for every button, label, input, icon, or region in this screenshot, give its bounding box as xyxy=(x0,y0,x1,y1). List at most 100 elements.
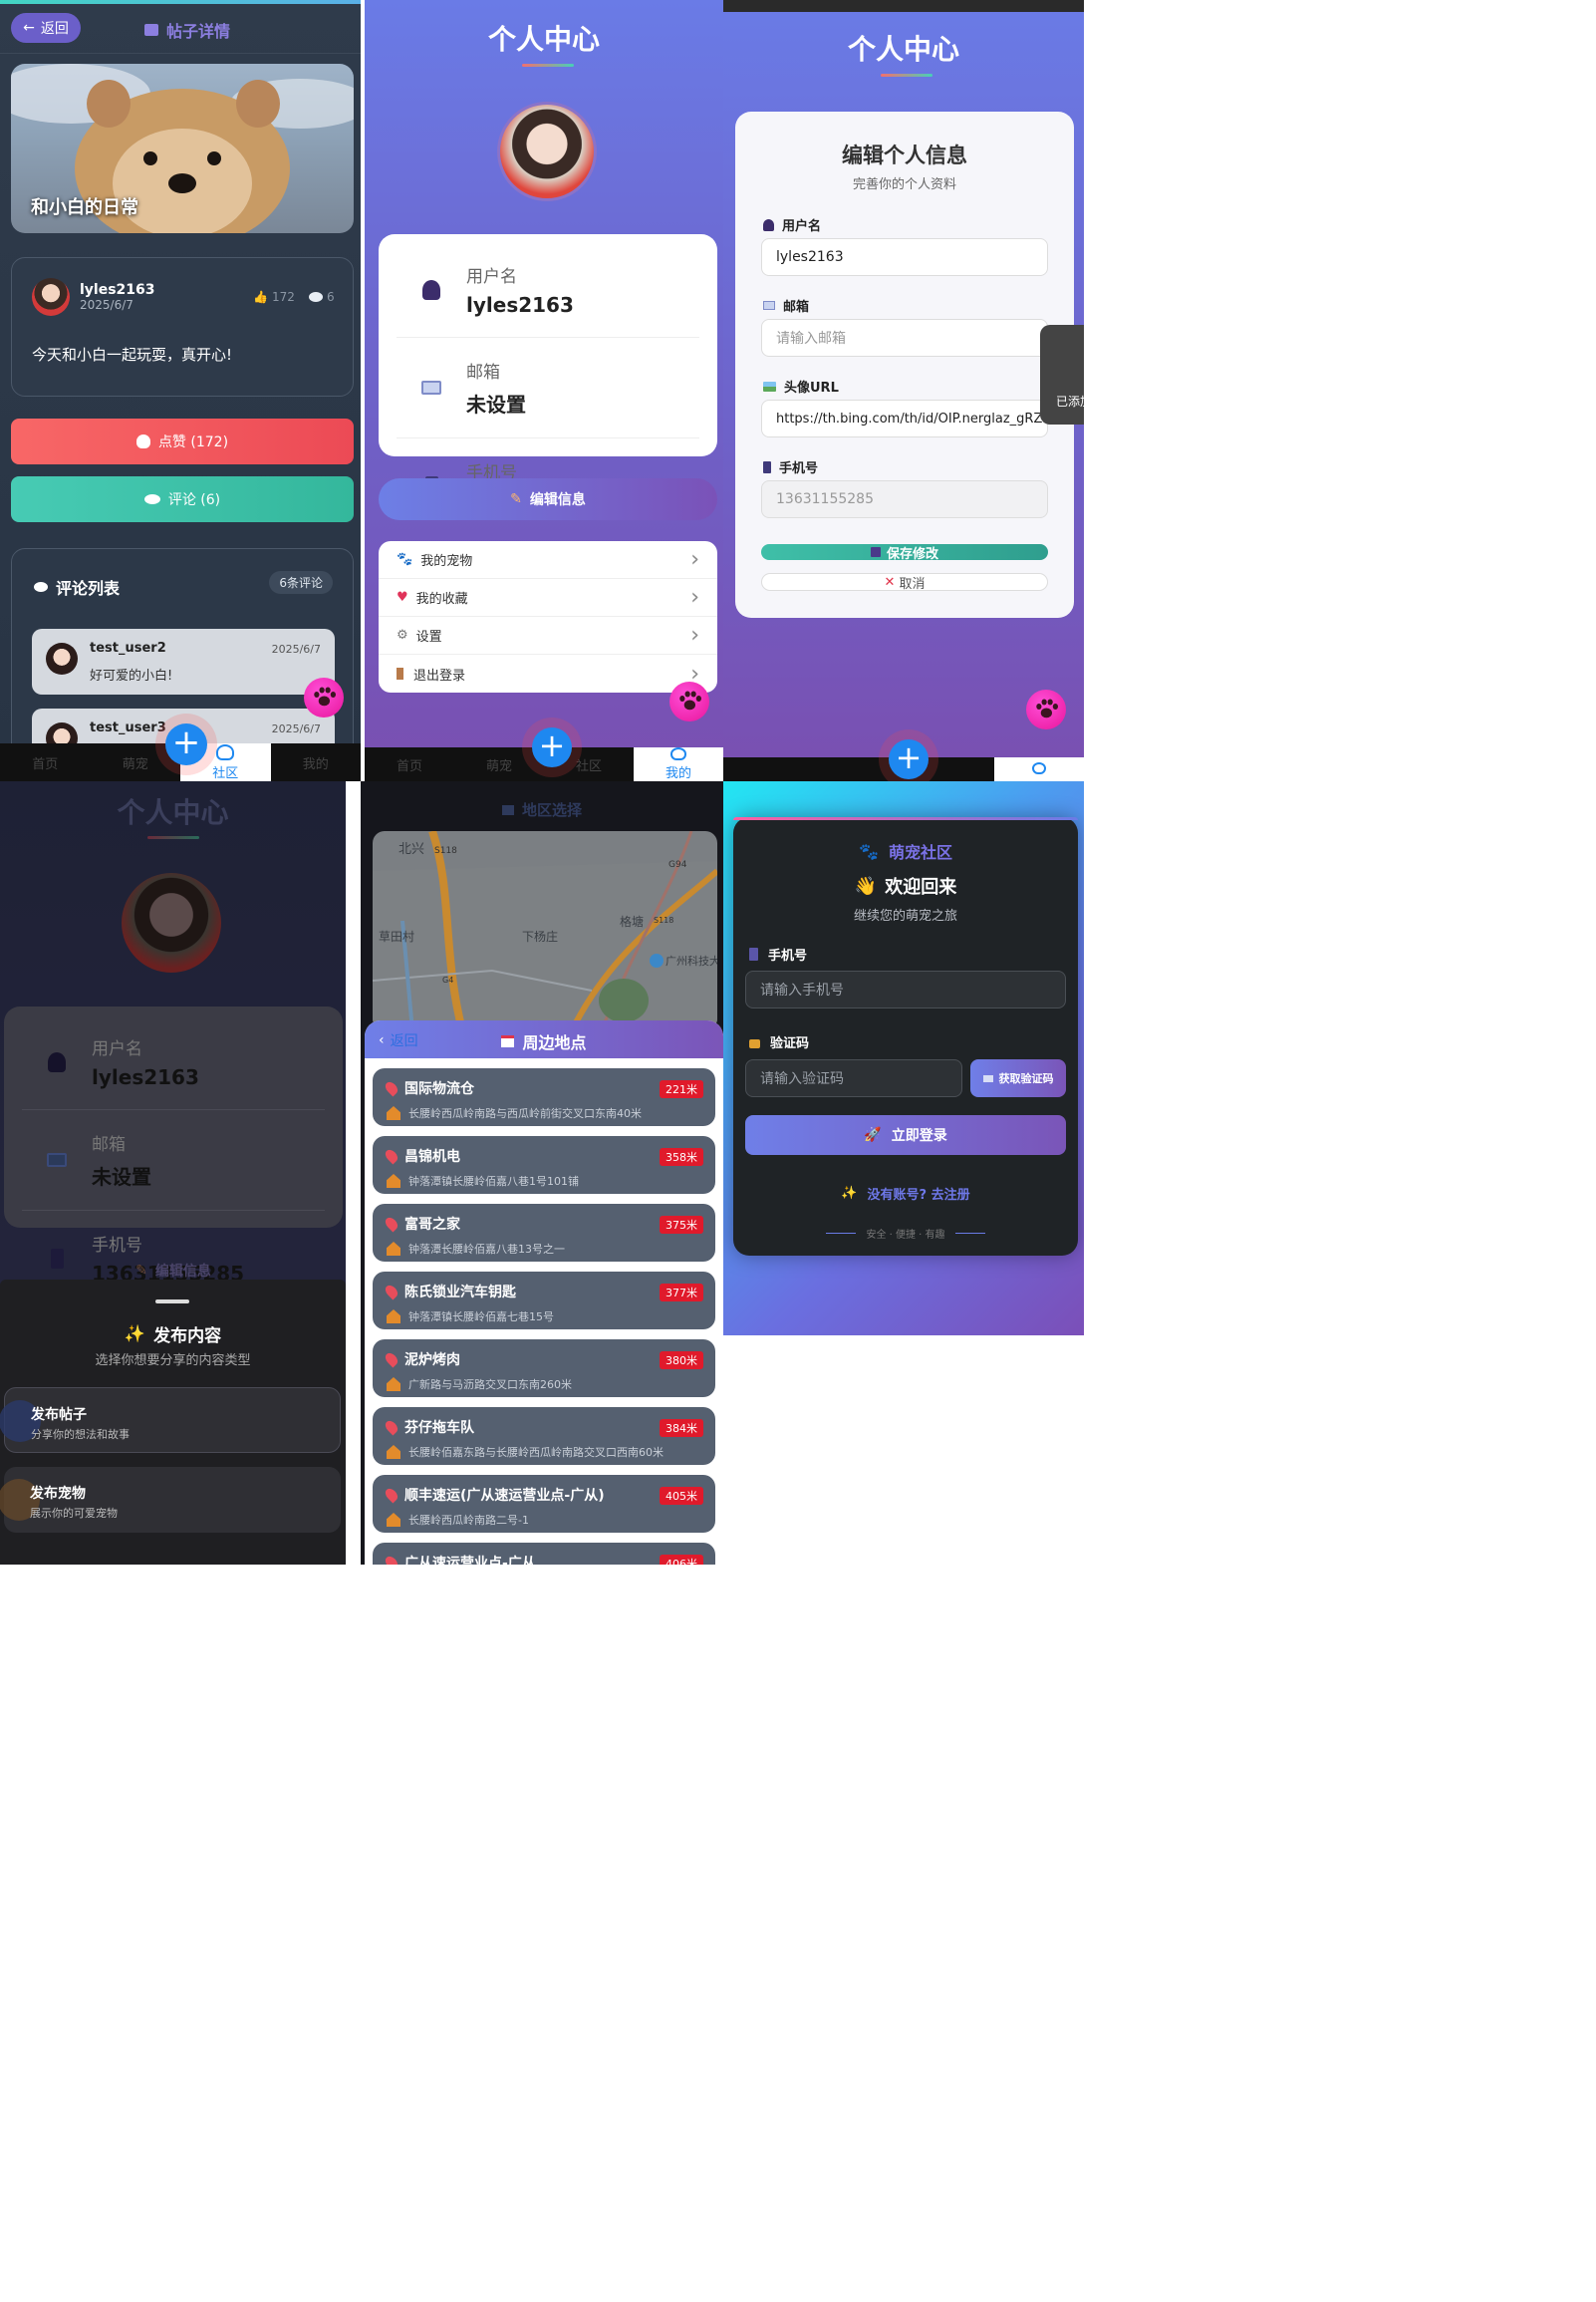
place-item[interactable]: 富哥之家 钟落潭长腰岭佰嘉八巷13号之一 375米 xyxy=(373,1204,715,1262)
comment-user[interactable]: test_user3 xyxy=(90,720,166,735)
distance-badge: 380米 xyxy=(660,1351,703,1369)
avatar[interactable] xyxy=(46,643,78,675)
comment-button[interactable]: 评论 (6) xyxy=(11,476,354,522)
tab-pets[interactable]: 萌宠 xyxy=(454,747,544,781)
add-button[interactable]: + xyxy=(165,723,207,765)
sheet-handle[interactable] xyxy=(155,1299,189,1303)
tab-mine[interactable] xyxy=(993,757,1084,781)
place-item[interactable]: 泥炉烤肉 广新路与马沥路交叉口东南260米 380米 xyxy=(373,1339,715,1397)
speech-bubble-icon xyxy=(34,582,48,592)
paw-icon xyxy=(313,687,336,709)
email-row: 邮箱 未设置 xyxy=(22,1110,325,1211)
house-icon xyxy=(387,1242,400,1256)
avatar[interactable] xyxy=(497,102,597,201)
phone-input[interactable]: 请输入手机号 xyxy=(745,971,1066,1008)
back-button[interactable]: ← 返回 xyxy=(11,13,81,43)
distance-badge: 377米 xyxy=(660,1284,703,1301)
add-button[interactable]: + xyxy=(532,727,572,767)
edit-card: 编辑个人信息 完善你的个人资料 用户名 lyles2163 邮箱 请输入邮箱 头… xyxy=(735,112,1074,618)
post-content: 今天和小白一起玩耍，真开心! xyxy=(32,346,233,364)
distance-badge: 405米 xyxy=(660,1487,703,1505)
place-item[interactable]: 广从速运营业点-广从 406米 xyxy=(373,1543,715,1565)
chevron-right-icon: › xyxy=(690,547,699,572)
like-button[interactable]: 点赞 (172) xyxy=(11,419,354,464)
username-input[interactable]: lyles2163 xyxy=(761,238,1048,276)
phone-label: 手机号 xyxy=(749,945,807,964)
login-button[interactable]: 🚀 立即登录 xyxy=(745,1115,1066,1155)
thumb-icon: 👍 xyxy=(253,290,268,304)
email-row: 邮箱 未设置 xyxy=(397,338,699,438)
code-input[interactable]: 请输入验证码 xyxy=(745,1059,962,1097)
comment-item: test_user2 2025/6/7 好可爱的小白! xyxy=(32,629,335,695)
menu-my-pets[interactable]: 🐾 我的宠物 › xyxy=(379,541,717,579)
heart-icon: ♥ xyxy=(397,590,408,605)
edit-info-button[interactable]: ✎ 编辑信息 xyxy=(379,478,717,520)
place-item[interactable]: 芬仔拖车队 长腰岭佰嘉东路与长腰岭西瓜岭南路交叉口西南60米 384米 xyxy=(373,1407,715,1465)
post-hero-image: 和小白的日常 xyxy=(11,64,354,233)
back-arrow-icon: ← xyxy=(23,20,35,36)
paw-float-button[interactable] xyxy=(1026,690,1066,729)
comments-title: 评论列表 xyxy=(34,575,120,599)
menu-favorites[interactable]: ♥ 我的收藏 › xyxy=(379,579,717,617)
cancel-button[interactable]: ✕ 取消 xyxy=(761,573,1048,592)
paw-icon xyxy=(1035,699,1058,720)
lock-icon xyxy=(749,1039,760,1048)
page-title: 个人中心 xyxy=(117,796,229,829)
paw-float-button[interactable] xyxy=(304,678,344,718)
sheet-subtitle: 选择你想要分享的内容类型 xyxy=(95,1353,251,1368)
tab-mine[interactable]: 我的 xyxy=(271,743,362,781)
post-title: 和小白的日常 xyxy=(31,197,138,218)
publish-post-option[interactable]: 发布帖子 分享你的想法和故事 xyxy=(0,1387,341,1453)
tab-home[interactable] xyxy=(723,757,814,781)
post-card: lyles2163 2025/6/7 👍 172 6 今天和小白一起玩耍，真开心! xyxy=(11,257,354,397)
map-label: 下杨庄 xyxy=(522,929,558,944)
add-button[interactable]: + xyxy=(889,739,929,779)
menu-settings[interactable]: ⚙ 设置 › xyxy=(379,617,717,655)
place-item[interactable]: 昌锦机电 钟落潭镇长腰岭佰嘉八巷1号101铺 358米 xyxy=(373,1136,715,1194)
places-list: 国际物流仓 长腰岭西瓜岭南路与西瓜岭前街交叉口东南40米 221米 昌锦机电 钟… xyxy=(365,1068,723,1565)
paw-float-button[interactable] xyxy=(669,682,709,721)
menu-logout[interactable]: 退出登录 › xyxy=(379,655,717,693)
book-icon xyxy=(501,804,514,815)
tab-home[interactable]: 首页 xyxy=(365,747,454,781)
email-label: 邮箱 xyxy=(763,296,809,315)
place-item[interactable]: 国际物流仓 长腰岭西瓜岭南路与西瓜岭前街交叉口东南40米 221米 xyxy=(373,1068,715,1126)
pin-icon xyxy=(383,1079,400,1097)
get-code-button[interactable]: 获取验证码 xyxy=(970,1059,1066,1097)
pin-icon xyxy=(383,1350,400,1368)
map-panel: 地区选择 北兴 S118 G94 格塘 草田村 下杨庄 广州科技大学(广州 S1… xyxy=(361,781,723,1565)
avatar[interactable] xyxy=(122,873,221,973)
register-link[interactable]: ✨ 没有账号? 去注册 xyxy=(733,1184,1078,1203)
pin-icon xyxy=(383,1418,400,1436)
house-icon xyxy=(387,1106,400,1120)
map-label: S118 xyxy=(434,846,457,856)
sheet-title: ✨ 发布内容 xyxy=(124,1323,222,1347)
door-icon xyxy=(397,668,403,680)
login-panel: 🐾 萌宠社区 👋 欢迎回来 继续您的萌宠之旅 手机号 请输入手机号 验证码 请输入验… xyxy=(723,781,1084,1335)
pin-icon xyxy=(383,1215,400,1233)
place-item[interactable]: 陈氏锁业汽车钥匙 钟落潭镇长腰岭佰嘉七巷15号 377米 xyxy=(373,1272,715,1329)
publish-pet-option[interactable]: 发布宠物 展示你的可爱宠物 xyxy=(0,1467,341,1533)
tab-home[interactable]: 首页 xyxy=(0,743,91,781)
save-button[interactable]: 保存修改 xyxy=(761,544,1048,562)
chevron-right-icon: › xyxy=(690,623,699,648)
envelope-icon xyxy=(982,1074,993,1082)
user-icon xyxy=(763,218,774,231)
speech-bubble-icon xyxy=(309,292,323,302)
speech-bubble-icon xyxy=(143,494,160,504)
place-item[interactable]: 顺丰速运(广从速运营业点-广从) 长腰岭西瓜岭南路二号-1 405米 xyxy=(373,1475,715,1533)
pencil-icon: ✎ xyxy=(510,491,522,507)
user-icon xyxy=(22,1051,92,1072)
comment-user[interactable]: test_user2 xyxy=(90,641,166,656)
page-title: 地区选择 xyxy=(361,799,723,820)
close-icon: ✕ xyxy=(884,574,896,590)
avatar[interactable] xyxy=(32,278,70,316)
author-name[interactable]: lyles2163 xyxy=(80,282,155,298)
rocket-icon: 🚀 xyxy=(864,1127,882,1143)
profile-menu: 🐾 我的宠物 › ♥ 我的收藏 › ⚙ 设置 › 退出登录 › xyxy=(379,541,717,693)
tab-mine[interactable]: 我的 xyxy=(634,747,723,781)
phone-label: 手机号 xyxy=(763,457,818,476)
map-view[interactable]: 北兴 S118 G94 格塘 草田村 下杨庄 广州科技大学(广州 S118 G4 xyxy=(373,831,717,1030)
avatar-url-input[interactable]: https://th.bing.com/th/id/OIP.nerglaz_gR… xyxy=(761,400,1048,437)
email-input[interactable]: 请输入邮箱 xyxy=(761,319,1048,357)
